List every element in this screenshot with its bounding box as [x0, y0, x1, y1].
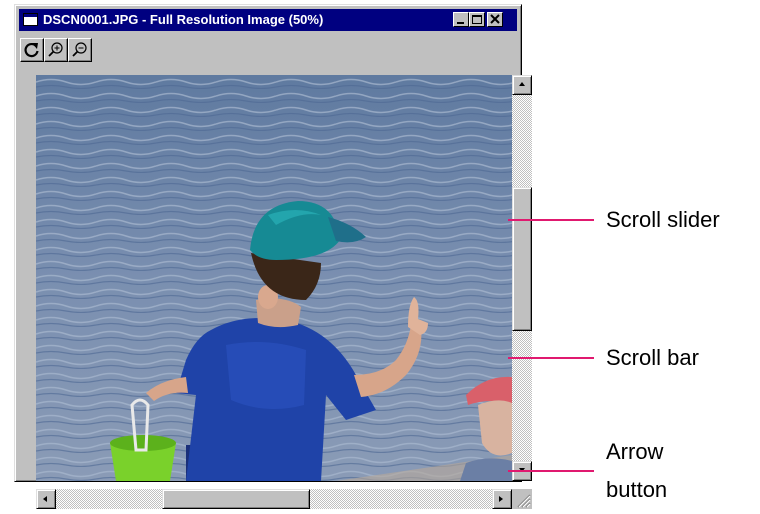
- arrow-left-icon: [43, 496, 47, 502]
- rotate-icon: [24, 43, 39, 58]
- zoom-out-button[interactable]: [68, 38, 92, 62]
- toolbar: [19, 35, 517, 69]
- scroll-bar-label: Scroll bar: [606, 345, 699, 370]
- maximize-button[interactable]: [469, 12, 485, 27]
- zoom-out-icon: [72, 42, 87, 57]
- vertical-scroll-slider[interactable]: [512, 187, 532, 331]
- zoom-in-icon: [48, 42, 63, 57]
- horizontal-scroll-slider[interactable]: [162, 489, 310, 509]
- image-window: DSCN0001.JPG - Full Resolution Image (50…: [14, 4, 532, 509]
- scroll-left-button[interactable]: [36, 489, 56, 509]
- scroll-right-button[interactable]: [492, 489, 512, 509]
- arrow-button-label-line2: button: [606, 477, 668, 502]
- scroll-slider-label: Scroll slider: [606, 207, 720, 232]
- scroll-slider-callout-line: [508, 219, 594, 221]
- vertical-scrollbar[interactable]: [512, 75, 532, 481]
- maximize-icon: [472, 15, 482, 24]
- close-icon: [490, 14, 500, 24]
- image-viewport[interactable]: [36, 75, 512, 481]
- window-icon[interactable]: [23, 13, 38, 26]
- size-grip[interactable]: [512, 489, 532, 509]
- minimize-icon: [457, 22, 464, 24]
- title-bar[interactable]: DSCN0001.JPG - Full Resolution Image (50…: [19, 9, 517, 31]
- scroll-bar-callout-line: [508, 357, 594, 359]
- zoom-in-button[interactable]: [44, 38, 68, 62]
- photo: [36, 75, 512, 481]
- horizontal-scrollbar[interactable]: [36, 489, 512, 509]
- minimize-button[interactable]: [453, 12, 469, 27]
- window-title: DSCN0001.JPG - Full Resolution Image (50…: [43, 12, 324, 27]
- scroll-up-button[interactable]: [512, 75, 532, 95]
- arrow-right-icon: [499, 496, 503, 502]
- arrow-button-label-line1: Arrow: [606, 439, 664, 464]
- rotate-button[interactable]: [20, 38, 44, 62]
- arrow-button-callout-line: [508, 470, 594, 472]
- size-grip-icon: [517, 494, 531, 508]
- close-button[interactable]: [487, 12, 503, 27]
- arrow-up-icon: [519, 82, 525, 86]
